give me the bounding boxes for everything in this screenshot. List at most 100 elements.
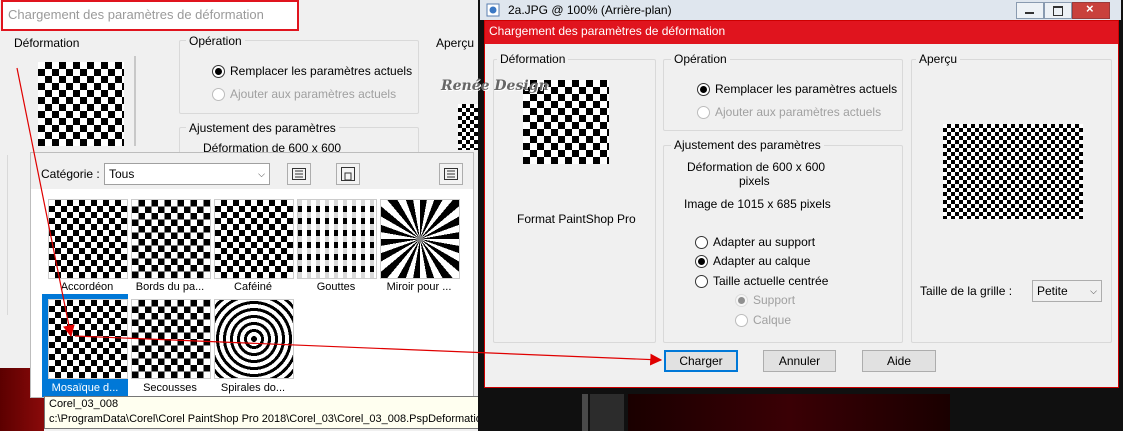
back-radio-add-label: Ajouter aux paramètres actuels (230, 87, 397, 101)
background-panel-left (582, 394, 588, 431)
thumb-cafeine[interactable] (214, 199, 294, 279)
thumb-gouttes-overlay (298, 200, 376, 278)
category-select[interactable]: Tous ⌵ (104, 163, 270, 185)
watermark-logo: Renée Design (441, 78, 549, 94)
back-ajustement-label: Ajustement des paramètres (186, 121, 339, 135)
help-button[interactable]: Aide (862, 350, 936, 372)
radio-replace-label: Remplacer les paramètres actuels (715, 82, 898, 96)
radio-replace[interactable]: Remplacer les paramètres actuels (697, 82, 897, 96)
deformation-label: Déformation (497, 52, 569, 66)
back-dialog-title-box: Chargement des paramètres de déformation (1, 0, 299, 31)
radio-empty-icon (695, 235, 708, 249)
grid-size-select[interactable]: Petite ⌵ (1032, 280, 1102, 302)
file-tooltip: Corel_03_008 c:\ProgramData\Corel\Corel … (44, 396, 541, 429)
dialog-header: Chargement des paramètres de déformation (485, 21, 1118, 44)
radio-empty-icon (697, 105, 710, 119)
back-deformation-preview (38, 62, 124, 146)
app-icon (486, 3, 500, 17)
view-details-button[interactable] (439, 163, 463, 185)
radio-sub-support-label: Support (753, 293, 796, 307)
front-window: 2a.JPG @ 100% (Arrière-plan) × Chargemen… (478, 0, 1123, 431)
category-select-value: Tous (109, 167, 135, 181)
apercu-preview (943, 124, 1083, 219)
back-radio-replace-label: Remplacer les paramètres actuels (230, 64, 413, 78)
chevron-down-icon: ⌵ (1090, 286, 1097, 296)
back-preview-divider (134, 56, 136, 146)
app-title: 2a.JPG @ 100% (Arrière-plan) (508, 3, 672, 17)
app-title-bar: 2a.JPG @ 100% (Arrière-plan) × (480, 0, 1121, 20)
radio-sub-calque[interactable]: Calque (735, 313, 791, 327)
category-label: Catégorie : (41, 167, 100, 181)
thumb-miroir[interactable] (380, 199, 460, 279)
back-operation-label: Opération (186, 34, 245, 48)
thumb-spirales[interactable] (214, 299, 294, 379)
apercu-label: Aperçu (916, 52, 961, 66)
radio-fit-layer[interactable]: Adapter au calque (695, 254, 810, 268)
radio-fit-layer-label: Adapter au calque (713, 254, 811, 268)
thumb-label: Secousses (143, 382, 197, 394)
minimize-icon (1025, 12, 1034, 14)
radio-empty-icon (212, 87, 225, 101)
close-icon: × (1086, 1, 1094, 16)
deformation-size-2: pixels (739, 174, 770, 188)
radio-sub-support[interactable]: Support (735, 293, 795, 307)
thumb-mosaique[interactable] (48, 299, 128, 379)
image-size: Image de 1015 x 685 pixels (684, 197, 831, 211)
deformation-size-1: Déformation de 600 x 600 (687, 160, 826, 174)
dialog-title: Chargement des paramètres de déformation (489, 24, 726, 38)
thumb-label: Miroir pour ... (386, 281, 452, 293)
grid-size-value: Petite (1037, 284, 1068, 298)
thumb-label: Accordéon (60, 281, 114, 293)
tooltip-path: c:\ProgramData\Corel\Corel PaintShop Pro… (49, 413, 510, 425)
grid-view-icon (292, 168, 306, 180)
radio-empty-icon (735, 313, 748, 327)
tooltip-name: Corel_03_008 (49, 398, 119, 410)
radio-checked-icon (697, 82, 710, 96)
minimize-button[interactable] (1016, 2, 1044, 19)
back-dialog-title: Chargement des paramètres de déformation (8, 7, 264, 22)
radio-checked-icon (212, 64, 225, 78)
back-deformation-label: Déformation (14, 36, 80, 50)
thumb-label: Caféiné (234, 281, 272, 293)
radio-checked-icon (695, 254, 708, 268)
thumb-secousses[interactable] (131, 299, 211, 379)
radio-add[interactable]: Ajouter aux paramètres actuels (697, 105, 881, 119)
maximize-icon (1053, 6, 1063, 16)
back-radio-replace[interactable]: Remplacer les paramètres actuels (212, 64, 412, 78)
radio-fit-support[interactable]: Adapter au support (695, 235, 815, 249)
maximize-button[interactable] (1044, 2, 1072, 19)
back-radio-add[interactable]: Ajouter aux paramètres actuels (212, 87, 396, 101)
back-dialog: Chargement des paramètres de déformation… (0, 0, 541, 431)
radio-centered[interactable]: Taille actuelle centrée (695, 274, 828, 288)
radio-empty-icon (695, 274, 708, 288)
close-button[interactable]: × (1072, 1, 1110, 19)
back-apercu-label: Aperçu (436, 36, 475, 50)
radio-checked-icon (735, 293, 748, 307)
thumb-gouttes[interactable] (297, 199, 377, 279)
thumb-label: Spirales do... (220, 382, 286, 394)
thumb-bords[interactable] (131, 199, 211, 279)
details-view-icon (444, 168, 458, 180)
operation-label: Opération (671, 52, 730, 66)
cancel-button[interactable]: Annuler (763, 350, 836, 372)
thumb-label: Bords du pa... (135, 281, 205, 293)
view-list-button[interactable] (336, 163, 360, 185)
radio-fit-support-label: Adapter au support (713, 235, 816, 249)
chevron-down-icon: ⌵ (258, 169, 265, 179)
background-panel-dark (628, 394, 950, 431)
background-panel-mid (590, 394, 624, 431)
view-grid-button[interactable] (287, 163, 311, 185)
thumb-label-selected: Mosaïque d... (51, 382, 119, 394)
ajustement-label: Ajustement des paramètres (671, 138, 824, 152)
thumb-accordeon[interactable] (48, 199, 128, 279)
back-apercu-preview (458, 104, 478, 150)
format-label: Format PaintShop Pro (517, 212, 636, 226)
radio-centered-label: Taille actuelle centrée (713, 274, 829, 288)
radio-sub-calque-label: Calque (753, 313, 792, 327)
back-dialog-left-border (7, 155, 8, 315)
thumb-label: Gouttes (316, 281, 356, 293)
load-deformation-dialog: Chargement des paramètres de déformation… (484, 20, 1119, 388)
grid-size-label: Taille de la grille : (920, 284, 1013, 298)
deformation-browser: Catégorie : Tous ⌵ Accordéon Bords du pa… (30, 152, 474, 398)
load-button[interactable]: Charger (664, 350, 738, 372)
